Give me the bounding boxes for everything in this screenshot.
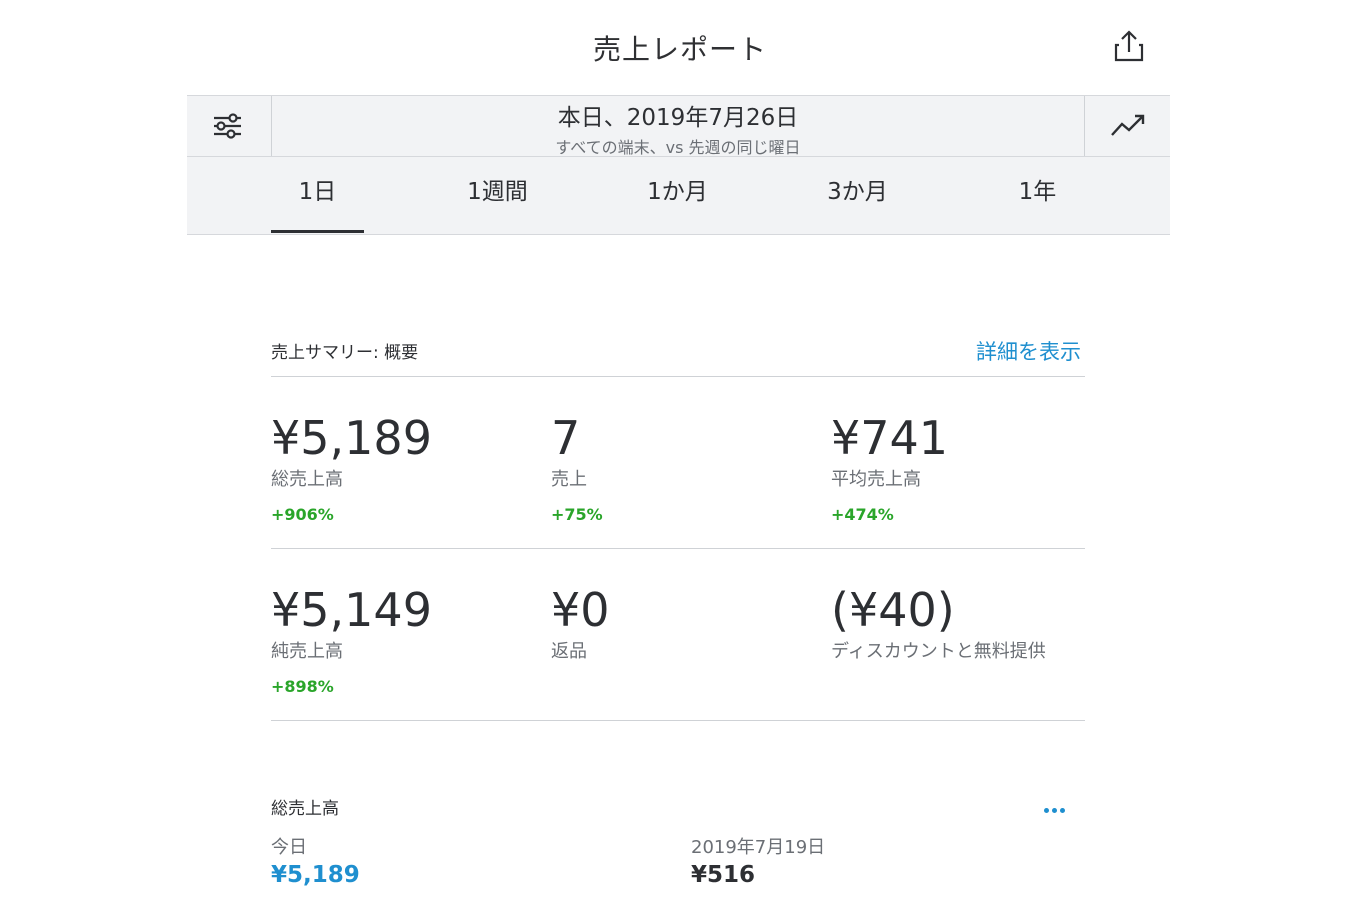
divider xyxy=(271,376,1085,377)
more-dot xyxy=(1060,808,1065,813)
metric-value: (¥40) xyxy=(831,583,955,637)
metric-discounts: (¥40) ディスカウントと無料提供 xyxy=(831,585,1046,663)
today-label: 今日 xyxy=(271,837,307,858)
metric-change: +474% xyxy=(831,505,894,524)
gross-sales-title: 総売上高 xyxy=(271,799,339,819)
sliders-icon xyxy=(214,113,241,139)
divider xyxy=(271,548,1085,549)
trend-up-icon xyxy=(1111,114,1145,136)
metric-sales-count: 7 売上 +75% xyxy=(551,413,603,524)
more-dot xyxy=(1052,808,1057,813)
metric-label: 総売上高 xyxy=(271,469,343,490)
comparison-subtitle: すべての端末、vs 先週の同じ曜日 xyxy=(555,138,801,157)
metric-label: 売上 xyxy=(551,469,587,490)
share-icon xyxy=(1114,30,1144,62)
metric-value: ¥0 xyxy=(551,583,610,637)
filter-button[interactable] xyxy=(187,96,272,156)
tab-1year[interactable]: 1年 xyxy=(991,157,1084,233)
metric-change: +898% xyxy=(271,677,334,696)
divider xyxy=(271,720,1085,721)
tab-3months[interactable]: 3か月 xyxy=(811,157,904,233)
page-title: 売上レポート xyxy=(592,33,767,66)
compare-date-label: 2019年7月19日 xyxy=(691,837,826,858)
metric-label: ディスカウントと無料提供 xyxy=(831,641,1046,662)
metric-value: 7 xyxy=(551,411,581,465)
more-dots-icon xyxy=(1044,808,1049,813)
metric-returns: ¥0 返品 xyxy=(551,585,610,663)
compare-value: ¥516 xyxy=(691,862,756,888)
metric-label: 返品 xyxy=(551,641,587,662)
tab-1week[interactable]: 1週間 xyxy=(451,157,544,233)
metric-gross-sales: ¥5,189 総売上高 +906% xyxy=(271,413,432,524)
period-tabs: 1日 1週間 1か月 3か月 1年 xyxy=(187,157,1170,233)
metric-change: +75% xyxy=(551,505,603,524)
metric-label: 純売上高 xyxy=(271,641,343,662)
show-details-link[interactable]: 詳細を表示 xyxy=(976,336,1081,366)
metric-change: +906% xyxy=(271,505,334,524)
today-value: ¥5,189 xyxy=(271,862,360,888)
metric-net-sales: ¥5,149 純売上高 +898% xyxy=(271,585,432,696)
summary-title: 売上サマリー: 概要 xyxy=(271,343,419,363)
date-range-selector[interactable]: 本日、2019年7月26日 すべての端末、vs 先週の同じ曜日 xyxy=(272,96,1084,157)
metric-label: 平均売上高 xyxy=(831,469,921,490)
metric-value: ¥741 xyxy=(831,411,949,465)
metric-average-sale: ¥741 平均売上高 +474% xyxy=(831,413,948,524)
date-label: 本日、2019年7月26日 xyxy=(557,105,799,131)
tab-1day[interactable]: 1日 xyxy=(271,157,364,233)
tab-1month[interactable]: 1か月 xyxy=(631,157,724,233)
trend-button[interactable] xyxy=(1084,96,1170,156)
metric-value: ¥5,149 xyxy=(271,583,432,637)
metric-value: ¥5,189 xyxy=(271,411,432,465)
more-options-button[interactable] xyxy=(1044,798,1072,813)
top-bar: 売上レポート xyxy=(0,0,1360,95)
share-button[interactable] xyxy=(1108,28,1150,68)
report-controls: 本日、2019年7月26日 すべての端末、vs 先週の同じ曜日 1日 1週間 1… xyxy=(187,95,1170,235)
